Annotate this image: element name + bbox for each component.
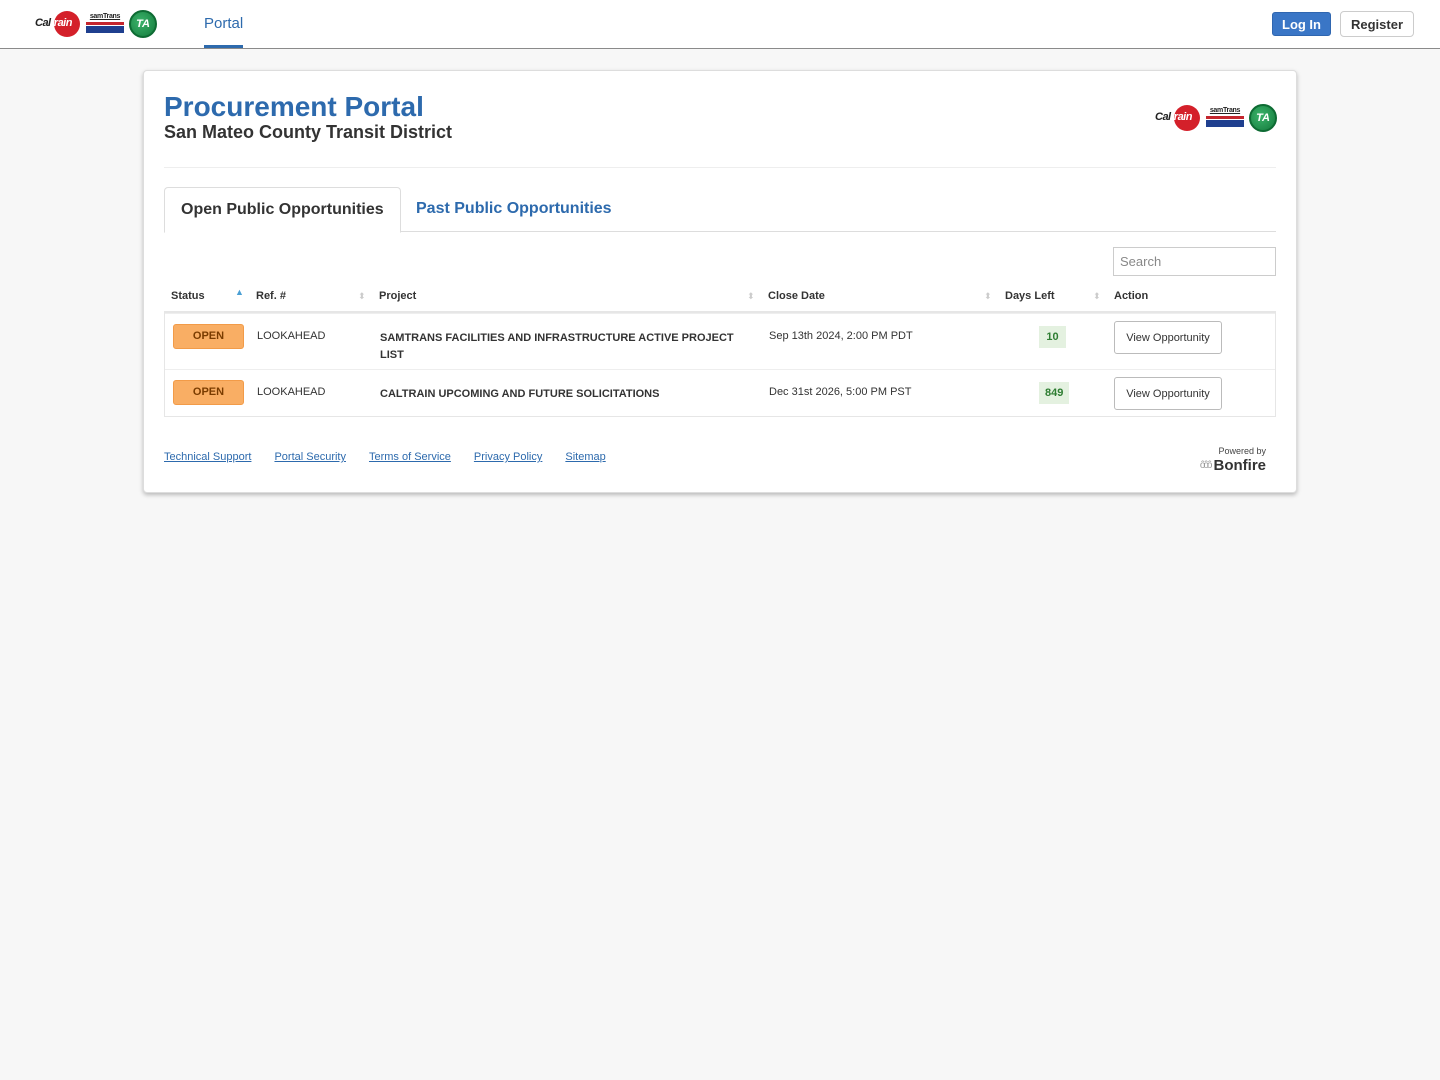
column-header-ref[interactable]: Ref. # [256, 281, 286, 311]
tab-open-opportunities[interactable]: Open Public Opportunities [164, 187, 401, 233]
page-subtitle: San Mateo County Transit District [164, 122, 453, 142]
footer-link-portal-security[interactable]: Portal Security [274, 451, 346, 463]
sort-both-icon[interactable]: ⬍ [358, 281, 366, 311]
sort-both-icon[interactable]: ⬍ [1093, 281, 1101, 311]
ref-number: LOOKAHEAD [257, 330, 326, 342]
login-button[interactable]: Log In [1272, 12, 1331, 36]
view-opportunity-button[interactable]: View Opportunity [1114, 321, 1222, 354]
page-title: Procurement Portal [164, 91, 424, 122]
caltrain-logo-suffix: train [1170, 111, 1193, 123]
caltrain-logo-prefix: Cal [1155, 111, 1171, 123]
project-name: SAMTRANS FACILITIES AND INFRASTRUCTURE A… [380, 332, 734, 361]
ref-number: LOOKAHEAD [257, 386, 326, 398]
card-agency-logos: Caltrain samTrans TA [1155, 104, 1277, 132]
caltrain-logo-suffix: train [50, 17, 73, 29]
sort-ascending-icon[interactable]: ▲ [235, 281, 244, 311]
search-input[interactable] [1113, 247, 1276, 276]
status-badge: OPEN [173, 380, 244, 405]
nav-tab-portal[interactable]: Portal [204, 0, 244, 48]
table-body: OPEN LOOKAHEAD SAMTRANS FACILITIES AND I… [164, 313, 1276, 417]
footer-links: Technical Support Portal Security Terms … [164, 451, 606, 463]
header-divider [164, 167, 1276, 168]
caltrain-logo: Caltrain [35, 10, 81, 38]
days-left-badge: 10 [1039, 326, 1066, 348]
table-row: OPEN LOOKAHEAD SAMTRANS FACILITIES AND I… [165, 313, 1275, 369]
samtrans-logo: samTrans [1206, 107, 1244, 129]
sort-both-icon[interactable]: ⬍ [747, 281, 755, 311]
ta-logo: TA [129, 10, 157, 38]
powered-by-bonfire[interactable]: Powered by ôôô Bonfire [1200, 446, 1266, 474]
column-header-project[interactable]: Project [379, 281, 416, 311]
powered-by-label: Powered by [1218, 446, 1266, 456]
agency-logos[interactable]: Caltrain samTrans TA [35, 10, 157, 38]
days-left-badge: 849 [1039, 382, 1070, 404]
caltrain-logo-prefix: Cal [35, 17, 51, 29]
table-row: OPEN LOOKAHEAD CALTRAIN UPCOMING AND FUT… [165, 369, 1275, 416]
column-header-close-date[interactable]: Close Date [768, 281, 825, 311]
samtrans-logo: samTrans [86, 13, 124, 35]
column-header-days-left[interactable]: Days Left [1005, 281, 1055, 311]
top-navbar: Caltrain samTrans TA Portal Log In Regis… [0, 0, 1440, 49]
footer-link-privacy-policy[interactable]: Privacy Policy [474, 451, 542, 463]
status-badge: OPEN [173, 324, 244, 349]
tab-past-opportunities[interactable]: Past Public Opportunities [400, 187, 628, 233]
samtrans-logo-text: samTrans [1209, 107, 1241, 114]
column-header-action: Action [1114, 290, 1149, 302]
footer-link-terms-of-service[interactable]: Terms of Service [369, 451, 451, 463]
opportunities-table: Status ▲ Ref. # ⬍ Project ⬍ Close Date ⬍… [164, 281, 1276, 417]
caltrain-logo: Caltrain [1155, 104, 1201, 132]
bonfire-logo-icon: ôôô [1199, 460, 1213, 471]
footer-link-sitemap[interactable]: Sitemap [565, 451, 605, 463]
bonfire-brand: Bonfire [1213, 457, 1267, 474]
close-date: Dec 31st 2026, 5:00 PM PST [769, 386, 912, 398]
sort-both-icon[interactable]: ⬍ [984, 281, 992, 311]
close-date: Sep 13th 2024, 2:00 PM PDT [769, 330, 913, 342]
column-header-status[interactable]: Status [171, 281, 205, 311]
table-header: Status ▲ Ref. # ⬍ Project ⬍ Close Date ⬍… [164, 281, 1276, 313]
portal-card: Procurement Portal San Mateo County Tran… [143, 70, 1297, 493]
samtrans-logo-text: samTrans [89, 13, 121, 20]
opportunity-tabs: Open Public Opportunities Past Public Op… [164, 187, 1276, 233]
ta-logo: TA [1249, 104, 1277, 132]
project-name: CALTRAIN UPCOMING AND FUTURE SOLICITATIO… [380, 388, 660, 400]
register-button[interactable]: Register [1340, 11, 1414, 37]
view-opportunity-button[interactable]: View Opportunity [1114, 377, 1222, 410]
footer-link-technical-support[interactable]: Technical Support [164, 451, 251, 463]
